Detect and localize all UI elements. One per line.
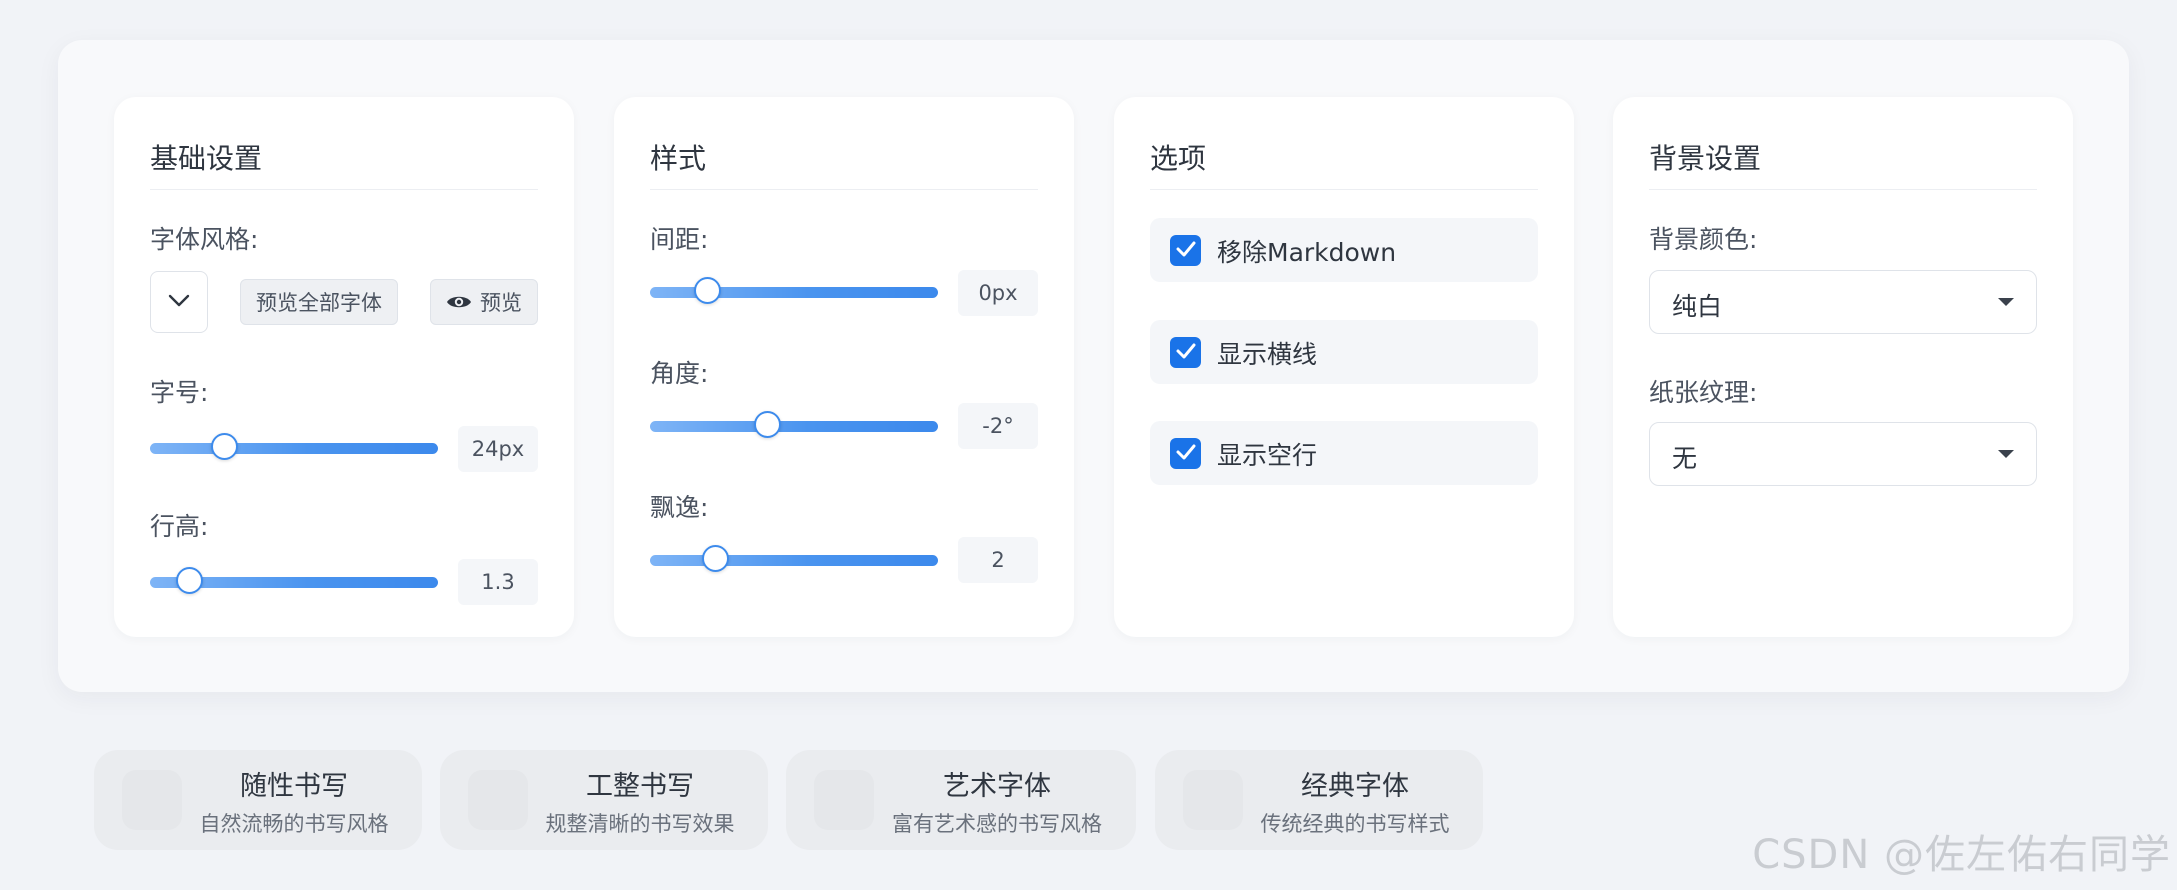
card-title-options: 选项: [1150, 142, 1207, 175]
font-size-label: 字号:: [150, 378, 209, 407]
show-lines-checkbox[interactable]: [1170, 337, 1201, 368]
chevron-down-icon: [168, 293, 190, 312]
tile-subtitle: 自然流畅的书写风格: [199, 812, 389, 836]
card-title-basic: 基础设置: [150, 142, 263, 175]
angle-slider[interactable]: [650, 411, 938, 438]
options-card: 选项 移除Markdown 显示横线 显示空行: [1114, 97, 1574, 637]
divider: [1649, 189, 2037, 190]
font-style-label: 字体风格:: [150, 225, 259, 254]
texture-select[interactable]: 无: [1649, 422, 2037, 486]
line-height-slider-thumb[interactable]: [176, 567, 204, 594]
tile-subtitle: 传统经典的书写样式: [1260, 812, 1450, 836]
style-tile-classic[interactable]: 经典字体 传统经典的书写样式: [1155, 750, 1483, 850]
spacing-label: 间距:: [650, 225, 709, 254]
float-label: 飘逸:: [650, 493, 709, 522]
tile-title: 艺术字体: [943, 771, 1051, 802]
line-height-value: 1.3: [458, 559, 538, 605]
card-title-style: 样式: [650, 142, 707, 175]
card-title-background: 背景设置: [1649, 142, 1762, 175]
option-remove-markdown[interactable]: 移除Markdown: [1150, 218, 1538, 282]
font-size-value: 24px: [458, 426, 538, 472]
spacing-slider[interactable]: [650, 277, 938, 304]
watermark: CSDN @佐左佑右同学: [1752, 832, 2171, 878]
angle-value: -2°: [958, 403, 1038, 449]
angle-slider-thumb[interactable]: [754, 411, 782, 438]
font-size-slider[interactable]: [150, 433, 438, 460]
basic-settings-card: 基础设置 字体风格: 预览全部字体 预览 字号: 24px 行高: 1.3: [114, 97, 574, 637]
style-tile-artistic[interactable]: 艺术字体 富有艺术感的书写风格: [786, 750, 1136, 850]
divider: [1150, 189, 1538, 190]
float-slider-thumb[interactable]: [702, 545, 730, 572]
checkmark-icon: [1175, 443, 1197, 465]
tile-subtitle: 富有艺术感的书写风格: [892, 812, 1102, 836]
remove-markdown-checkbox[interactable]: [1170, 235, 1201, 266]
tile-title: 工整书写: [586, 771, 694, 802]
spacing-value: 0px: [958, 270, 1038, 316]
preview-all-fonts-button[interactable]: 预览全部字体: [240, 279, 398, 325]
tile-icon: [122, 770, 182, 830]
style-tile-casual[interactable]: 随性书写 自然流畅的书写风格: [94, 750, 422, 850]
divider: [150, 189, 538, 190]
caret-down-icon: [1998, 450, 2014, 458]
texture-label: 纸张纹理:: [1649, 378, 1758, 407]
bg-color-label: 背景颜色:: [1649, 225, 1758, 254]
style-card: 样式 间距: 0px 角度: -2° 飘逸: 2: [614, 97, 1074, 637]
divider: [650, 189, 1038, 190]
background-card: 背景设置 背景颜色: 纯白 纸张纹理: 无: [1613, 97, 2073, 637]
show-lines-label: 显示横线: [1217, 340, 1318, 369]
tile-icon: [468, 770, 528, 830]
style-tile-neat[interactable]: 工整书写 规整清晰的书写效果: [440, 750, 768, 850]
tile-subtitle: 规整清晰的书写效果: [545, 812, 735, 836]
bg-color-value: 纯白: [1672, 292, 1723, 321]
caret-down-icon: [1998, 298, 2014, 306]
spacing-slider-thumb[interactable]: [693, 277, 721, 304]
option-show-lines[interactable]: 显示横线: [1150, 320, 1538, 384]
tile-title: 经典字体: [1301, 771, 1409, 802]
remove-markdown-label: 移除Markdown: [1217, 238, 1397, 267]
show-blank-lines-checkbox[interactable]: [1170, 438, 1201, 469]
float-value: 2: [958, 537, 1038, 583]
checkmark-icon: [1175, 342, 1197, 364]
font-style-select[interactable]: [150, 271, 208, 333]
checkmark-icon: [1175, 240, 1197, 262]
preview-label: 预览: [480, 291, 522, 315]
tile-icon: [814, 770, 874, 830]
show-blank-lines-label: 显示空行: [1217, 441, 1318, 470]
tile-icon: [1183, 770, 1243, 830]
texture-value: 无: [1672, 444, 1698, 473]
angle-label: 角度:: [650, 359, 709, 388]
eye-icon: [446, 293, 472, 311]
font-size-slider-thumb[interactable]: [210, 433, 238, 460]
settings-panel: 基础设置 字体风格: 预览全部字体 预览 字号: 24px 行高: 1.3 样式: [58, 40, 2129, 692]
line-height-label: 行高:: [150, 512, 209, 541]
option-show-blank-lines[interactable]: 显示空行: [1150, 421, 1538, 485]
line-height-slider[interactable]: [150, 567, 438, 594]
bg-color-select[interactable]: 纯白: [1649, 270, 2037, 334]
tile-title: 随性书写: [240, 771, 348, 802]
preview-button[interactable]: 预览: [430, 279, 538, 325]
float-slider[interactable]: [650, 545, 938, 572]
